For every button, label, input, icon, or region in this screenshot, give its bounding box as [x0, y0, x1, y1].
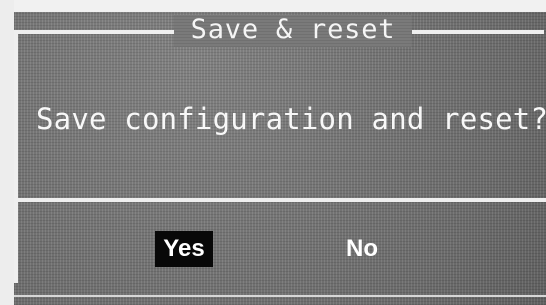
yes-button[interactable]: Yes [155, 231, 213, 267]
dialog-separator [14, 198, 546, 202]
confirmation-message: Save configuration and reset? [36, 102, 546, 136]
screen-top-light-edge [0, 0, 546, 12]
dialog-title: Save & reset [190, 14, 396, 45]
screen-left-light-edge [0, 0, 14, 305]
no-button[interactable]: No [341, 231, 383, 267]
dialog-frame [14, 30, 544, 283]
bios-dialog-screen: Save & reset Save configuration and rese… [0, 0, 546, 305]
dialog-bottom-edge [14, 295, 546, 297]
